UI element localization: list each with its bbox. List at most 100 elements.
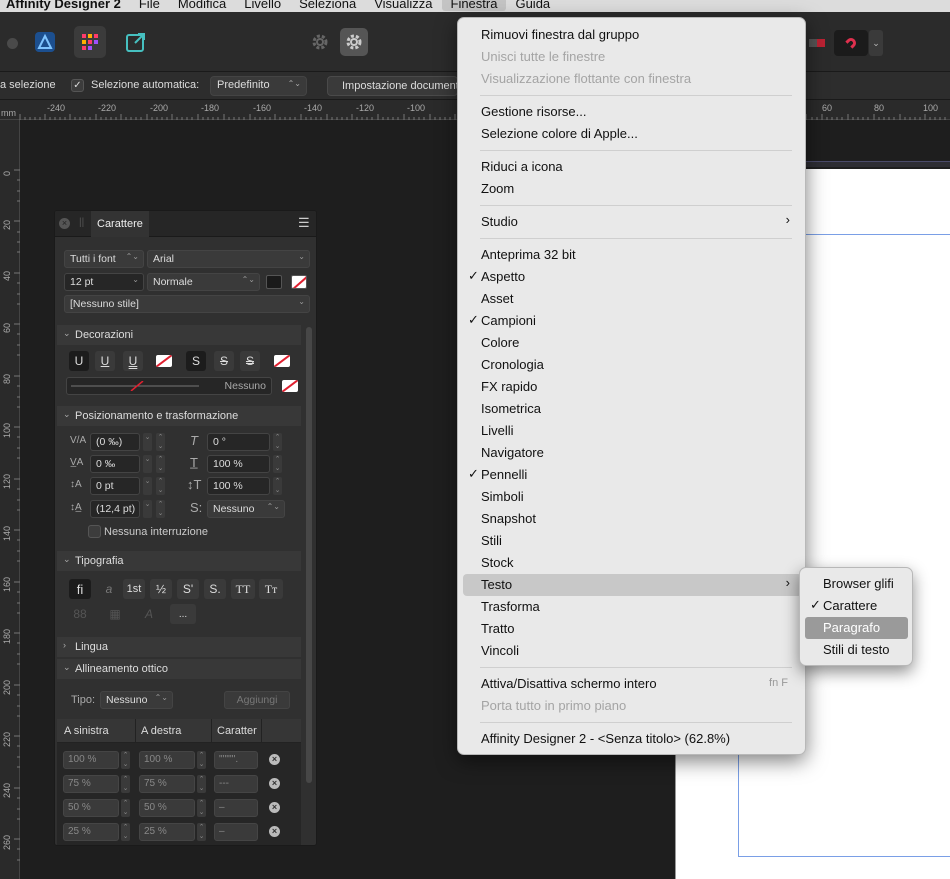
font-size-field[interactable]: 12 pt ⌄	[64, 273, 144, 291]
ligature-button[interactable]: fi	[69, 579, 91, 599]
table-cell[interactable]: –	[214, 799, 258, 817]
panel-menu-icon[interactable]: ☰	[298, 215, 310, 231]
stepper-icon[interactable]: ⌃ ⌄	[197, 751, 206, 769]
chevron-down-icon[interactable]: ⌄	[143, 455, 152, 473]
glyph-grid-icon[interactable]: ▦	[104, 604, 126, 624]
menu-item-gestione-risorse[interactable]: Gestione risorse...	[463, 101, 802, 123]
remove-row-icon[interactable]: ×	[269, 778, 280, 789]
strikethrough-single-button[interactable]: S	[214, 351, 234, 371]
stepper-icon[interactable]: ⌃ ⌄	[197, 799, 206, 817]
table-cell[interactable]: 50 %	[139, 799, 195, 817]
ordinal-button[interactable]: 1st	[123, 579, 145, 599]
stepper-icon[interactable]: ⌃ ⌄	[197, 823, 206, 841]
alternates-icon[interactable]: 88	[69, 604, 91, 624]
menu-item-rimuovi-finestra[interactable]: Rimuovi finestra dal gruppo	[463, 24, 802, 46]
leading-field[interactable]: (12,4 pt)	[90, 500, 140, 518]
baseline-field[interactable]: 0 pt	[90, 477, 140, 495]
snapping-gear-icon[interactable]	[306, 28, 334, 56]
chevron-down-icon[interactable]: ⌄	[143, 500, 152, 518]
menu-item-tratto[interactable]: Tratto	[463, 618, 802, 640]
table-cell[interactable]: 75 %	[139, 775, 195, 793]
stepper-icon[interactable]: ⌃ ⌄	[121, 775, 130, 793]
swash-button[interactable]: a	[98, 579, 120, 599]
designer-persona-icon[interactable]	[29, 26, 61, 58]
pixel-persona-icon[interactable]	[74, 26, 106, 58]
table-cell[interactable]: 25 %	[139, 823, 195, 841]
snapping-magnet-icon[interactable]	[834, 30, 868, 56]
stepper-icon[interactable]: ⌃ ⌄	[121, 751, 130, 769]
menu-item-studio[interactable]: Studio ›	[463, 211, 802, 233]
horizontal-scale-field[interactable]: 100 %	[207, 477, 270, 495]
type-dropdown[interactable]: Nessuno ⌃⌄	[100, 691, 173, 709]
menu-file[interactable]: File	[130, 0, 169, 11]
table-cell[interactable]: 75 %	[63, 775, 119, 793]
style-dropdown[interactable]: [Nessuno stile] ⌄	[64, 295, 310, 313]
document-setup-button[interactable]: Impostazione documento	[327, 76, 458, 96]
menu-seleziona[interactable]: Seleziona	[290, 0, 365, 11]
submenu-item-stili-testo[interactable]: Stili di testo	[805, 639, 908, 661]
font-style-dropdown[interactable]: Normale ⌃⌄	[147, 273, 260, 291]
stepper-icon[interactable]: ⌃ ⌄	[273, 477, 282, 495]
remove-row-icon[interactable]: ×	[269, 802, 280, 813]
shear-dropdown[interactable]: Nessuno ⌃⌄	[207, 500, 285, 518]
menu-item-testo[interactable]: Testo ›	[463, 574, 802, 596]
all-caps-button[interactable]: TT	[231, 579, 255, 599]
superscript-button[interactable]: S'	[177, 579, 199, 599]
menu-item-colore[interactable]: Colore	[463, 332, 802, 354]
menu-item-schermo-intero[interactable]: Attiva/Disattiva schermo intero fn F	[463, 673, 802, 695]
menu-item-pennelli[interactable]: ✓ Pennelli	[463, 464, 802, 486]
menu-finestra[interactable]: Finestra	[441, 0, 507, 11]
menu-item-isometrica[interactable]: Isometrica	[463, 398, 802, 420]
settings-gear-icon[interactable]	[340, 28, 368, 56]
menu-item-asset[interactable]: Asset	[463, 288, 802, 310]
snapping-dropdown-icon[interactable]: ⌄	[869, 30, 883, 56]
menu-modifica[interactable]: Modifica	[169, 0, 235, 11]
table-cell[interactable]: "'"'"'.	[214, 751, 258, 769]
menu-item-riduci-icona[interactable]: Riduci a icona	[463, 156, 802, 178]
submenu-item-carattere[interactable]: ✓ Carattere	[805, 595, 908, 617]
menu-item-zoom[interactable]: Zoom	[463, 178, 802, 200]
text-color-swatch[interactable]	[266, 275, 282, 289]
strike-color-none-swatch[interactable]	[274, 355, 290, 367]
table-cell[interactable]: 25 %	[63, 823, 119, 841]
vertical-ruler[interactable]: 0 20 40 60 80 100 120 140 160 180 200 22…	[0, 120, 20, 879]
stepper-icon[interactable]: ⌃ ⌄	[156, 433, 165, 451]
menu-item-vincoli[interactable]: Vincoli	[463, 640, 802, 662]
stepper-icon[interactable]: ⌃ ⌄	[121, 823, 130, 841]
table-cell[interactable]: 100 %	[63, 751, 119, 769]
highlight-none-swatch[interactable]	[291, 275, 307, 289]
underline-double-button[interactable]: U	[123, 351, 143, 371]
stepper-icon[interactable]: ⌃ ⌄	[273, 455, 282, 473]
section-positioning[interactable]: ⌄ Posizionamento e trasformazione	[57, 406, 301, 426]
vertical-scale-field[interactable]: 100 %	[207, 455, 270, 473]
table-cell[interactable]: ---	[214, 775, 258, 793]
small-caps-button[interactable]: Tт	[259, 579, 283, 599]
app-menu[interactable]: Affinity Designer 2	[0, 0, 130, 11]
stepper-icon[interactable]: ⌃ ⌄	[156, 455, 165, 473]
underline-color-none-swatch[interactable]	[156, 355, 172, 367]
table-cell[interactable]: –	[214, 823, 258, 841]
remove-row-icon[interactable]: ×	[269, 754, 280, 765]
section-language[interactable]: › Lingua	[57, 637, 301, 657]
submenu-item-browser-glifi[interactable]: Browser glifi	[805, 573, 908, 595]
stepper-icon[interactable]: ⌃ ⌄	[273, 433, 282, 451]
menu-item-cronologia[interactable]: Cronologia	[463, 354, 802, 376]
table-cell[interactable]: 100 %	[139, 751, 195, 769]
remove-row-icon[interactable]: ×	[269, 826, 280, 837]
line-style-field[interactable]: Nessuno	[66, 377, 272, 395]
strikethrough-button[interactable]: S	[186, 351, 206, 371]
stepper-icon[interactable]: ⌃ ⌄	[197, 775, 206, 793]
submenu-item-paragrafo[interactable]: Paragrafo	[805, 617, 908, 639]
table-cell[interactable]: 50 %	[63, 799, 119, 817]
close-icon[interactable]: ×	[59, 218, 70, 229]
drag-handle-icon[interactable]: ||	[79, 217, 84, 228]
menu-item-campioni[interactable]: ✓ Campioni	[463, 310, 802, 332]
stepper-icon[interactable]: ⌃ ⌄	[156, 477, 165, 495]
panel-scrollbar[interactable]	[306, 327, 312, 783]
section-decorations[interactable]: ⌄ Decorazioni	[57, 325, 301, 345]
menu-guida[interactable]: Guida	[506, 0, 559, 11]
menu-item-navigatore[interactable]: Navigatore	[463, 442, 802, 464]
strikethrough-double-button[interactable]: S	[240, 351, 260, 371]
stepper-icon[interactable]: ⌃ ⌄	[121, 799, 130, 817]
stylistic-set-icon[interactable]: A	[138, 604, 160, 624]
